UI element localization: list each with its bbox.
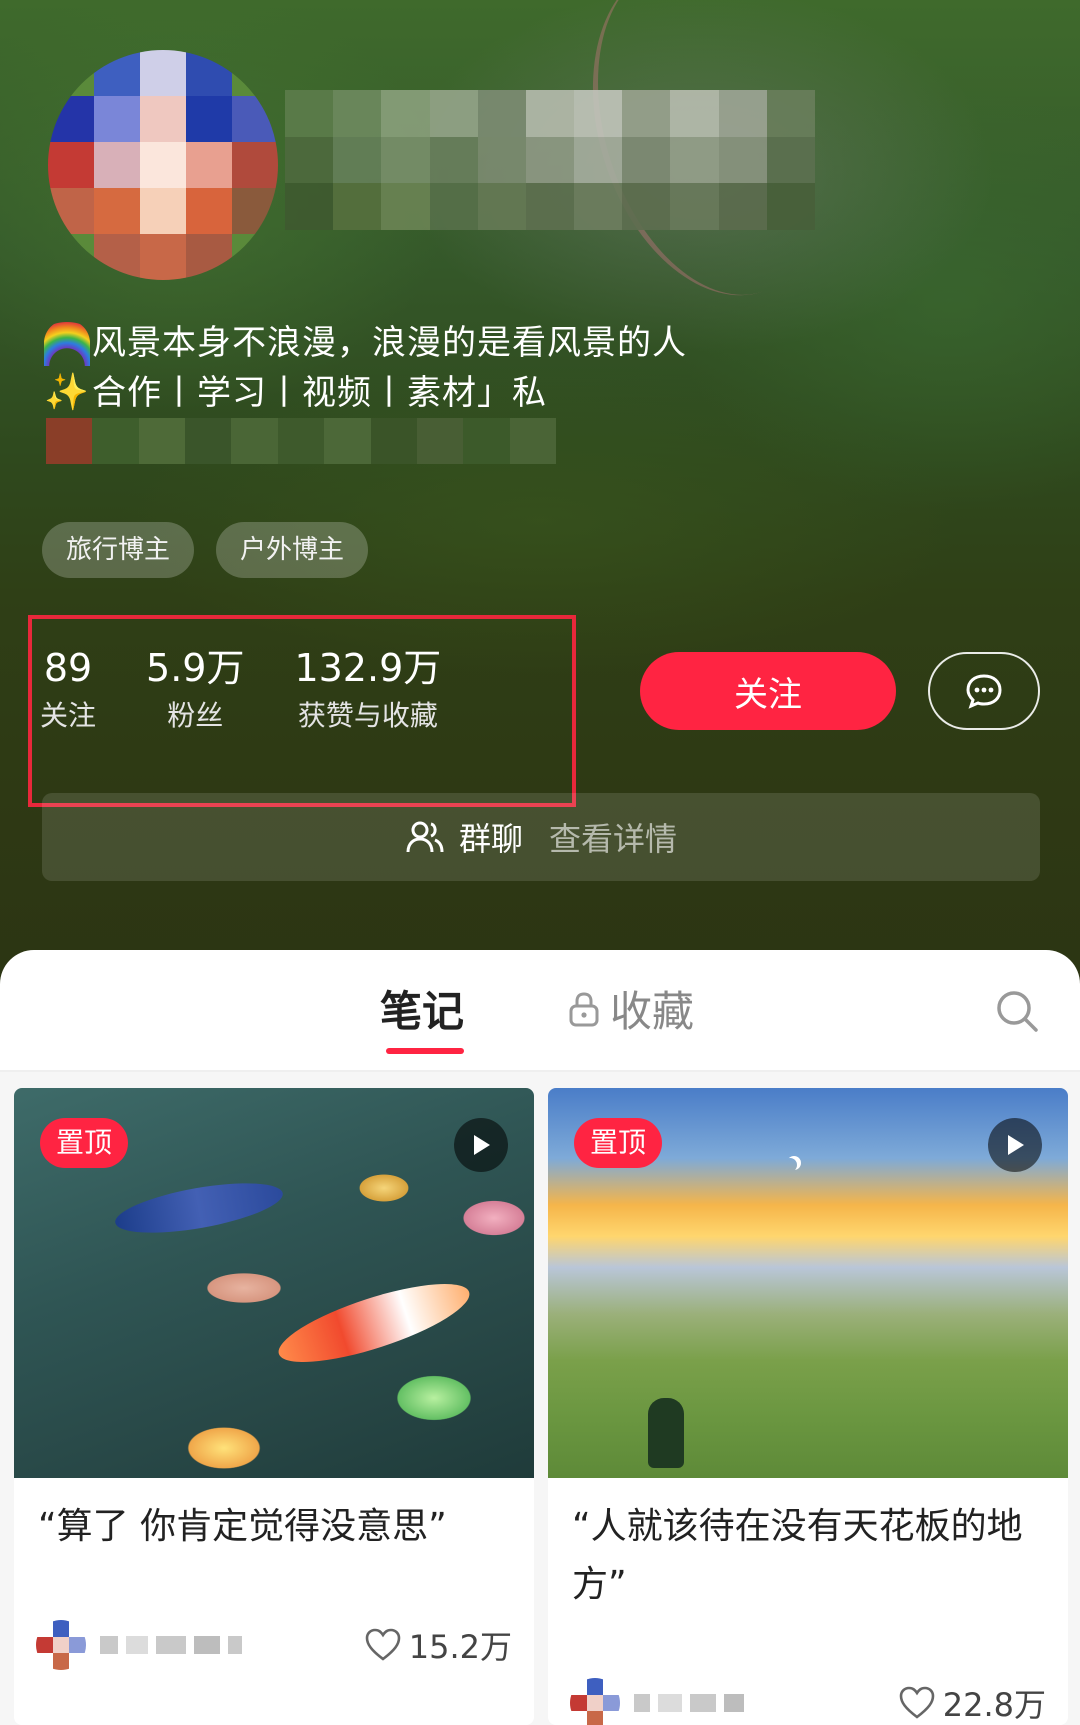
note-card[interactable]: 置顶 “算了 你肯定觉得没意思” 15.2万 [14,1088,534,1725]
pinned-badge: 置顶 [40,1118,129,1168]
author-name-redacted [100,1636,365,1654]
author-name-redacted [634,1694,899,1712]
notes-feed: 置顶 “算了 你肯定觉得没意思” 15.2万 置顶 “人就该待在没有天花板的地方… [0,1072,1080,1725]
tag-travel[interactable]: 旅行博主 [42,522,195,578]
person-image [648,1398,684,1468]
profile-header: 风景本身不浪漫，浪漫的是看风景的人 ✨ 合作丨学习丨视频丨素材」私 旅行博主 户… [0,0,1080,990]
bio: 风景本身不浪漫，浪漫的是看风景的人 ✨ 合作丨学习丨视频丨素材」私 [44,318,944,418]
like-count-value: 15.2万 [408,1628,512,1666]
note-title: “算了 你肯定觉得没意思” [38,1506,447,1547]
username-redacted [285,90,815,230]
rainbow-icon [44,320,90,366]
like-count-value: 22.8万 [942,1686,1046,1724]
heart-icon [899,1686,935,1719]
like-count[interactable]: 15.2万 [365,1622,512,1668]
avatar[interactable] [48,50,278,280]
content-panel: 笔记 收藏 置顶 “算了 你肯定觉得没意思” 15.2万 置顶 “人就该待在没有… [0,950,1080,1725]
tag-list: 旅行博主 户外博主 [42,522,369,578]
tab-notes[interactable]: 笔记 [380,978,464,1039]
author-avatar[interactable] [570,1678,620,1725]
tab-collect[interactable]: 收藏 [568,978,694,1039]
bio-line-2: 合作丨学习丨视频丨素材」私 [92,373,547,413]
author-avatar[interactable] [36,1620,86,1670]
note-title: “人就该待在没有天花板的地方” [572,1506,1023,1605]
chat-icon [966,674,1002,709]
note-footer: 15.2万 [36,1620,512,1670]
bio-line-1: 风景本身不浪漫，浪漫的是看风景的人 [92,323,687,363]
moon-image [783,1158,797,1172]
koi-fish-image [271,1268,477,1378]
play-icon[interactable] [454,1118,508,1172]
tab-collect-label: 收藏 [610,987,695,1036]
koi-fish-image [111,1173,287,1243]
play-icon[interactable] [988,1118,1042,1172]
follow-button[interactable]: 关注 [640,652,896,730]
search-icon[interactable] [994,988,1040,1034]
note-card[interactable]: 置顶 “人就该待在没有天花板的地方” 22.8万 [548,1088,1068,1725]
message-button[interactable] [928,652,1040,730]
group-chat-detail: 查看详情 [549,820,678,858]
sparkle-icon: ✨ [44,372,90,413]
like-count[interactable]: 22.8万 [899,1680,1046,1725]
group-icon [406,821,444,853]
group-chat-label: 群聊 [458,820,523,858]
tab-active-indicator [386,1048,464,1054]
bio-line-redacted [46,418,556,464]
tag-outdoor[interactable]: 户外博主 [216,522,369,578]
lock-icon [569,991,599,1026]
note-footer: 22.8万 [570,1678,1046,1725]
pinned-badge: 置顶 [574,1118,663,1168]
heart-icon [365,1628,401,1661]
stats-highlight-box [28,615,576,807]
group-chat-bar[interactable]: 群聊 查看详情 [42,793,1040,881]
tab-bar: 笔记 收藏 [0,950,1080,1072]
